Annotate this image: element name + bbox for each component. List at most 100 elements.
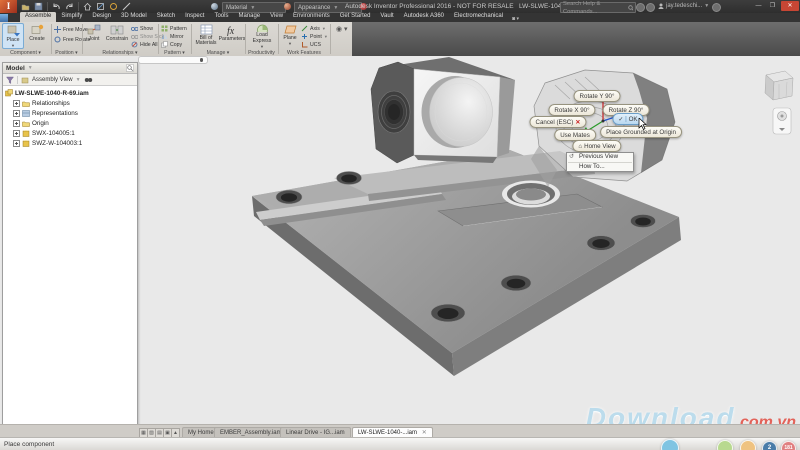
view-mode-selector[interactable]: Assembly View <box>32 77 73 83</box>
constrain-button[interactable]: Constrain <box>105 23 129 49</box>
tab-assemble[interactable]: Assemble <box>20 12 56 22</box>
find-icon[interactable] <box>84 76 93 84</box>
relationships-group-label[interactable]: Relationships ▾ <box>82 50 158 56</box>
appearance-wheel-icon[interactable]: ◉ ▾ <box>336 25 348 33</box>
pattern-group-label[interactable]: Pattern ▾ <box>158 50 191 56</box>
tab-vault[interactable]: Vault <box>375 12 398 22</box>
plane-button[interactable]: Plane ▼ <box>281 23 299 49</box>
search-input[interactable]: Search Help & Commands... <box>560 2 636 13</box>
measure-icon[interactable] <box>122 2 131 11</box>
place-button[interactable]: Place ▼ <box>2 23 24 49</box>
rotate-y-button[interactable]: Rotate Y 90° <box>574 90 621 102</box>
tree-item-component-2[interactable]: SWZ-W-104003:1 <box>5 138 137 148</box>
filter-icon[interactable] <box>6 76 14 84</box>
hide-all-button[interactable]: Hide All <box>131 41 158 48</box>
ribbon-panels: Place ▼ Create Component ▾ Free Move Fre… <box>0 22 352 56</box>
axis-button[interactable]: Axis ▼ <box>301 25 326 32</box>
minimize-button[interactable]: — <box>752 1 765 11</box>
file-menu-icon[interactable] <box>0 14 8 22</box>
joint-button[interactable]: Joint <box>84 23 104 49</box>
parameters-button[interactable]: fx Parameters <box>220 23 244 49</box>
sketch-icon[interactable] <box>96 2 105 11</box>
tree-root-node[interactable]: LW-SLWE-1040-R-69.iam <box>5 88 137 98</box>
share-icon-blue[interactable] <box>661 439 679 450</box>
tree-item-representations[interactable]: Representations <box>5 108 137 118</box>
expand-icon[interactable] <box>13 130 20 137</box>
show-sick-button[interactable]: Show Sick <box>131 33 164 40</box>
restore-button[interactable]: ❐ <box>766 1 779 11</box>
tab-manage[interactable]: Manage <box>233 12 265 22</box>
model-panel-header[interactable]: Model ▼ <box>3 63 137 74</box>
chevron-down-icon: ▼ <box>324 34 328 39</box>
productivity-group-label[interactable]: Productivity <box>245 50 278 56</box>
sign-in-icon[interactable] <box>636 3 645 12</box>
open-icon[interactable] <box>21 2 30 11</box>
quick-access-toolbar <box>21 1 131 12</box>
toolbar-separator <box>17 76 18 84</box>
share-badge-1[interactable]: 2 <box>762 441 777 450</box>
navigation-bar[interactable] <box>773 108 791 134</box>
tab-3d-model[interactable]: 3D Model <box>116 12 152 22</box>
folder-icon <box>22 100 30 107</box>
help-icon[interactable] <box>712 3 721 12</box>
tab-view[interactable]: View <box>265 12 288 22</box>
ucs-button[interactable]: UCS <box>301 41 321 48</box>
document-tab-bar: ▦ ▧ ▤ ▣ ▲ My Home EMBER_Assembly.iam Lin… <box>0 424 800 438</box>
share-icon-green[interactable] <box>717 440 733 450</box>
update-icon[interactable] <box>109 2 118 11</box>
assembly-view-icon[interactable] <box>21 76 29 84</box>
position-group-label[interactable]: Position ▾ <box>51 50 82 56</box>
tab-inspect[interactable]: Inspect <box>180 12 209 22</box>
work-features-group-label: Work Features <box>278 50 330 56</box>
previous-view-item[interactable]: ↺ Previous View <box>567 153 633 162</box>
manage-group-label[interactable]: Manage ▾ <box>191 50 245 56</box>
how-to-item[interactable]: How To... <box>567 163 633 172</box>
pattern-button[interactable]: Pattern <box>161 25 187 32</box>
tab-get-started[interactable]: Get Started <box>335 12 376 22</box>
show-button[interactable]: Show <box>131 25 153 32</box>
point-button[interactable]: Point ▼ <box>301 33 328 40</box>
inventor-logo[interactable]: I <box>0 0 17 13</box>
tab-electromechanical[interactable]: Electromechanical <box>449 12 508 22</box>
tab-tools[interactable]: Tools <box>209 12 233 22</box>
tab-simplify[interactable]: Simplify <box>56 12 87 22</box>
large-bore-hole <box>502 181 560 208</box>
rotate-x-button[interactable]: Rotate X 90° <box>548 104 595 116</box>
mirror-button[interactable]: Mirror <box>161 33 184 40</box>
undo-icon[interactable] <box>52 2 61 11</box>
home-view-icon[interactable] <box>83 2 92 11</box>
share-badge-2[interactable]: 181 <box>781 441 796 450</box>
pattern-icon <box>161 25 168 32</box>
close-tab-icon[interactable]: ✕ <box>422 430 427 436</box>
create-button[interactable]: Create <box>26 23 48 49</box>
tree-item-component-1[interactable]: SWX-104005:1 <box>5 128 137 138</box>
ribbon-slider[interactable] <box>138 56 208 64</box>
redo-icon[interactable] <box>65 2 74 11</box>
share-icon-orange[interactable] <box>740 440 756 450</box>
cube-part[interactable] <box>371 57 515 163</box>
home-view-button[interactable]: ⌂ Home View <box>572 140 621 152</box>
inventor-window: Download.com.vn Rotate Y 90° Rotate X 90… <box>0 0 800 450</box>
copy-icon <box>161 41 168 48</box>
save-icon[interactable] <box>34 2 43 11</box>
expand-icon[interactable] <box>13 120 20 127</box>
expand-icon[interactable] <box>13 140 20 147</box>
user-account[interactable]: jay.tedeschi... ▼ <box>658 3 709 9</box>
bill-of-materials-button[interactable]: Bill of Materials <box>193 23 219 49</box>
load-express-button[interactable]: Load Express ▼ <box>248 23 276 49</box>
tab-sketch[interactable]: Sketch <box>152 12 180 22</box>
tree-item-relationships[interactable]: Relationships <box>5 98 137 108</box>
component-group-label[interactable]: Component ▾ <box>0 50 51 56</box>
tree-item-origin[interactable]: Origin <box>5 118 137 128</box>
cancel-button[interactable]: Cancel (ESC) ✕ <box>529 116 586 128</box>
browser-search-icon[interactable] <box>126 64 134 72</box>
copy-button[interactable]: Copy <box>161 41 182 48</box>
tab-design[interactable]: Design <box>87 12 116 22</box>
expand-icon[interactable] <box>13 100 20 107</box>
close-button[interactable]: ✕ <box>781 1 799 11</box>
expand-icon[interactable] <box>13 110 20 117</box>
notification-icon[interactable] <box>646 3 655 12</box>
tab-environments[interactable]: Environments <box>288 12 335 22</box>
tab-autodesk-a360[interactable]: Autodesk A360 <box>399 12 449 22</box>
view-cube[interactable] <box>765 71 793 100</box>
